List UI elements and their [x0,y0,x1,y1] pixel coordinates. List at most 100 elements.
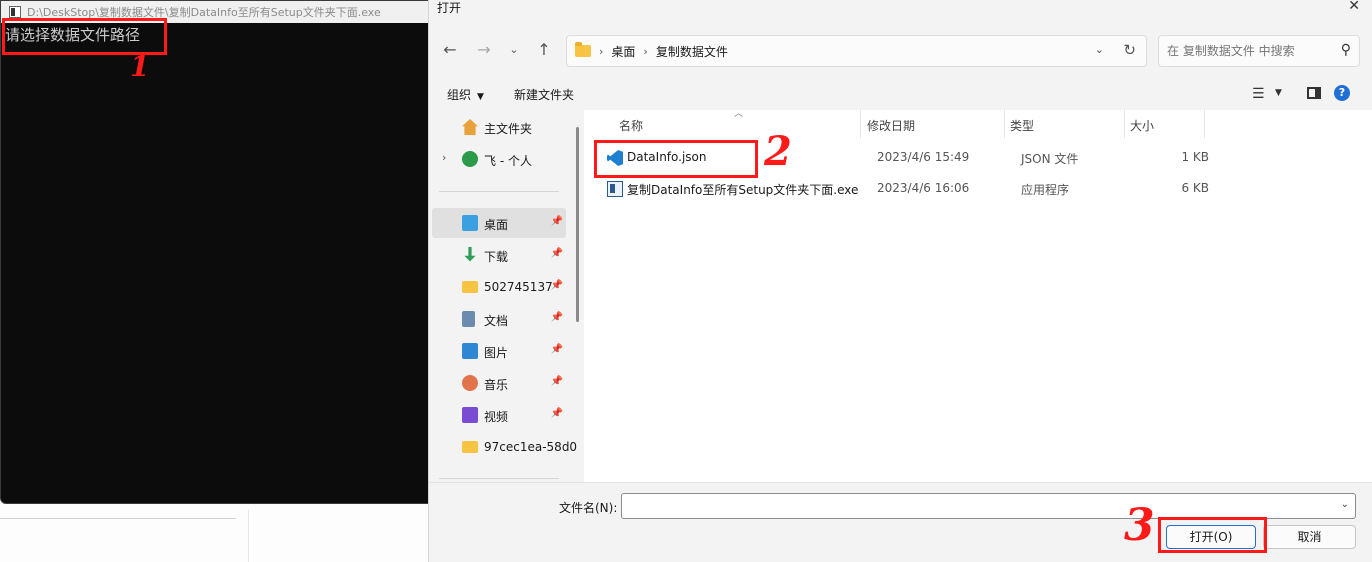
file-type: JSON 文件 [1021,152,1079,166]
console-app-icon [9,6,21,18]
screen: D:\DeskStop\复制数据文件\复制DataInfo至所有Setup文件夹… [0,0,1372,562]
nav-item-folder-502745137[interactable]: 502745137 📌 [432,272,566,302]
nav-item-label: 图片 [484,346,509,360]
nav-divider [439,478,559,479]
organize-caret-icon: ▼ [477,92,484,102]
nav-item-music[interactable]: 音乐 📌 [432,368,566,398]
column-header-size[interactable]: 大小 [1130,117,1154,134]
nav-item-label: 502745137 [484,280,553,294]
search-icon[interactable]: ⚲ [1341,42,1351,58]
back-arrow-icon[interactable]: ← [439,39,461,61]
background-divider [0,518,236,519]
expand-chevron-icon[interactable]: › [442,151,446,164]
filename-label: 文件名(N): [559,501,618,515]
column-separator[interactable] [1124,110,1125,138]
cancel-button[interactable]: 取消 [1263,525,1356,549]
address-dropdown-chevron-icon[interactable]: ⌄ [1095,43,1104,56]
column-header-date[interactable]: 修改日期 [867,117,915,134]
file-size: 6 KB [1181,181,1209,195]
nav-item-desktop[interactable]: 桌面 📌 [432,208,566,238]
sort-ascending-icon: ︿ [734,109,744,119]
document-icon [462,311,475,327]
recent-locations-chevron-icon[interactable]: ⌄ [503,39,525,61]
nav-item-onedrive[interactable]: › 飞 - 个人 [432,144,566,174]
background-divider-vertical [248,510,249,562]
pictures-icon [462,343,478,359]
folder-icon [462,281,478,293]
view-options-icon[interactable]: ☰ [1252,86,1265,102]
open-file-dialog: 打开 ✕ ← → ⌄ ↑ › 桌面 › 复制数据文件 ⌄ ↻ ⚲ 组织 ▼ 新建文… [428,0,1372,562]
dialog-title: 打开 [437,1,462,15]
filename-input[interactable] [628,498,1318,512]
file-date: 2023/4/6 16:06 [877,181,970,195]
search-input[interactable] [1167,44,1327,58]
nav-item-folder-97cec1ea[interactable]: 97cec1ea-58d0 [432,432,577,462]
pin-icon: 📌 [550,312,563,323]
video-icon [462,407,478,423]
navigation-pane: 主文件夹 › 飞 - 个人 桌面 📌 下载 📌 502745137 � [429,110,581,482]
folder-icon [462,441,478,453]
file-row-exe[interactable]: 复制DataInfo至所有Setup文件夹下面.exe 2023/4/6 16:… [602,175,1362,203]
nav-item-label: 飞 - 个人 [484,154,532,168]
console-window: D:\DeskStop\复制数据文件\复制DataInfo至所有Setup文件夹… [0,0,437,504]
column-separator[interactable] [1004,110,1005,138]
search-box[interactable]: ⚲ [1158,35,1360,67]
annotation-number-1: 1 [130,50,150,83]
nav-item-home[interactable]: 主文件夹 [432,112,566,142]
organize-label: 组织 [447,88,472,102]
nav-item-label: 主文件夹 [484,122,533,136]
nav-item-documents[interactable]: 文档 📌 [432,304,566,334]
refresh-icon[interactable]: ↻ [1123,41,1136,59]
file-type: 应用程序 [1021,183,1070,197]
home-icon [462,119,478,135]
breadcrumb-separator-icon: › [599,44,604,58]
pin-icon: 📌 [550,344,563,355]
column-separator[interactable] [1204,110,1205,138]
help-icon[interactable]: ? [1334,85,1350,101]
nav-item-pictures[interactable]: 图片 📌 [432,336,566,366]
nav-item-label: 97cec1ea-58d0 [484,440,578,454]
address-bar[interactable]: › 桌面 › 复制数据文件 ⌄ ↻ [566,35,1147,67]
annotation-box-3 [1158,517,1267,553]
nav-item-label: 文档 [484,314,509,328]
annotation-box-2 [594,140,758,178]
chevron-down-icon[interactable]: ⌄ [1341,499,1349,510]
nav-item-label: 桌面 [484,218,509,232]
new-folder-button[interactable]: 新建文件夹 [514,86,574,103]
command-toolbar: 组织 ▼ 新建文件夹 ☰ ▼ ? [429,78,1372,110]
nav-item-videos[interactable]: 视频 📌 [432,400,566,430]
nav-item-label: 视频 [484,410,509,424]
up-arrow-icon[interactable]: ↑ [533,39,555,61]
breadcrumb-separator-icon: › [643,44,648,58]
folder-icon [575,42,591,57]
preview-pane-icon[interactable] [1307,87,1321,99]
file-name: 复制DataInfo至所有Setup文件夹下面.exe [627,183,859,197]
view-options-caret-icon[interactable]: ▼ [1275,88,1282,98]
annotation-number-2: 2 [764,128,792,175]
pin-icon: 📌 [550,280,563,291]
download-icon [464,247,476,262]
column-separator[interactable] [860,110,861,138]
file-size: 1 KB [1181,150,1209,164]
exe-file-icon [607,181,623,197]
column-header-name[interactable]: 名称 [619,117,643,134]
pin-icon: 📌 [550,248,563,259]
file-date: 2023/4/6 15:49 [877,150,970,164]
annotation-number-3: 3 [1124,500,1155,551]
filename-combobox[interactable]: ⌄ [621,493,1356,519]
nav-item-downloads[interactable]: 下载 📌 [432,240,566,270]
music-icon [462,375,478,391]
nav-item-label: 下载 [484,250,509,264]
column-header-type[interactable]: 类型 [1010,117,1034,134]
onedrive-icon [462,151,478,167]
close-icon[interactable]: ✕ [1348,0,1360,14]
pin-icon: 📌 [550,216,563,227]
organize-button[interactable]: 组织 ▼ [447,86,484,103]
breadcrumb-desktop[interactable]: 桌面 [611,43,635,60]
breadcrumb-current-folder[interactable]: 复制数据文件 [656,43,728,60]
forward-arrow-icon[interactable]: → [473,39,495,61]
desktop-icon [462,215,478,231]
navigation-bar: ← → ⌄ ↑ › 桌面 › 复制数据文件 ⌄ ↻ ⚲ [429,30,1372,70]
nav-pane-scrollbar[interactable] [576,127,579,322]
nav-divider [439,191,559,192]
